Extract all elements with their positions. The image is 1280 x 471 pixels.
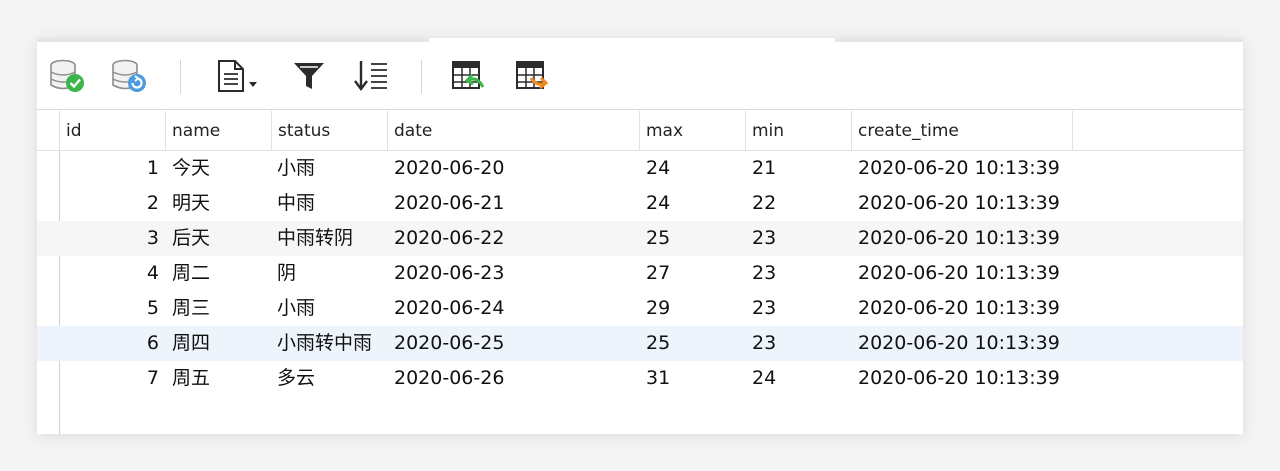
table-row[interactable]: 3 后天 中雨转阴 2020-06-22 25 23 2020-06-20 10:13:39 <box>37 221 1243 256</box>
table-row[interactable]: 7 周五 多云 2020-06-26 31 24 2020-06-20 10:13:39 <box>37 361 1243 396</box>
cell-date[interactable]: 2020-06-26 <box>394 361 634 396</box>
cell-max[interactable]: 25 <box>646 326 746 361</box>
cell-status[interactable]: 小雨 <box>277 291 392 326</box>
cell-status[interactable]: 小雨转中雨 <box>277 326 392 361</box>
cell-date[interactable]: 2020-06-20 <box>394 151 634 186</box>
export-button[interactable] <box>509 56 553 96</box>
import-button[interactable] <box>445 56 489 96</box>
cell-status[interactable]: 中雨转阴 <box>277 221 392 256</box>
column-header-min[interactable]: min <box>745 111 851 151</box>
cell-name[interactable]: 明天 <box>172 186 272 221</box>
cell-min[interactable]: 21 <box>752 151 852 186</box>
cell-id[interactable]: 6 <box>59 326 159 361</box>
cell-min[interactable]: 23 <box>752 326 852 361</box>
refresh-button[interactable] <box>107 56 151 96</box>
grid-body: 1 今天 小雨 2020-06-20 24 21 2020-06-20 10:13:39 2 明… <box>37 151 1243 396</box>
cell-date[interactable]: 2020-06-24 <box>394 291 634 326</box>
cell-min[interactable]: 23 <box>752 221 852 256</box>
cell-status[interactable]: 多云 <box>277 361 392 396</box>
table-row[interactable]: 1 今天 小雨 2020-06-20 24 21 2020-06-20 10:13:39 <box>37 151 1243 186</box>
cell-min[interactable]: 23 <box>752 256 852 291</box>
cell-status[interactable]: 中雨 <box>277 186 392 221</box>
cell-create-time[interactable]: 2020-06-20 10:13:39 <box>858 361 1098 396</box>
toolbar-separator <box>421 60 422 94</box>
cell-create-time[interactable]: 2020-06-20 10:13:39 <box>858 221 1098 256</box>
cell-max[interactable]: 29 <box>646 291 746 326</box>
cell-name[interactable]: 周二 <box>172 256 272 291</box>
cell-id[interactable]: 5 <box>59 291 159 326</box>
column-header-create-time[interactable]: create_time <box>851 111 1073 151</box>
cell-create-time[interactable]: 2020-06-20 10:13:39 <box>858 256 1098 291</box>
db-commit-icon <box>50 59 84 92</box>
cell-create-time[interactable]: 2020-06-20 10:13:39 <box>858 186 1098 221</box>
cell-name[interactable]: 今天 <box>172 151 272 186</box>
column-header-status[interactable]: status <box>271 111 387 151</box>
document-menu-button[interactable] <box>209 56 265 96</box>
column-header-max[interactable]: max <box>639 111 745 151</box>
cell-date[interactable]: 2020-06-23 <box>394 256 634 291</box>
cell-name[interactable]: 后天 <box>172 221 272 256</box>
table-row[interactable]: 4 周二阴 2020-06-23 27 23 2020-06-20 10:13:39 <box>37 256 1243 291</box>
sort-icon <box>354 61 387 91</box>
cell-max[interactable]: 27 <box>646 256 746 291</box>
filter-button[interactable] <box>287 56 331 96</box>
column-header-id[interactable]: id <box>59 111 165 151</box>
table-row[interactable]: 6 周四 小雨转中雨 2020-06-25 25 23 2020-06-20 10:13:3… <box>37 326 1243 361</box>
cell-max[interactable]: 24 <box>646 186 746 221</box>
cell-date[interactable]: 2020-06-25 <box>394 326 634 361</box>
cell-max[interactable]: 24 <box>646 151 746 186</box>
cell-name[interactable]: 周四 <box>172 326 272 361</box>
grid-header: id name status date max min create_time <box>37 111 1243 151</box>
table-import-icon <box>452 61 485 89</box>
filter-icon <box>294 63 324 89</box>
cell-id[interactable]: 1 <box>59 151 159 186</box>
cell-id[interactable]: 2 <box>59 186 159 221</box>
cell-date[interactable]: 2020-06-22 <box>394 221 634 256</box>
cell-date[interactable]: 2020-06-21 <box>394 186 634 221</box>
cell-create-time[interactable]: 2020-06-20 10:13:39 <box>858 326 1098 361</box>
commit-button[interactable] <box>45 56 89 96</box>
cell-status[interactable]: 阴 <box>277 256 392 291</box>
cell-id[interactable]: 3 <box>59 221 159 256</box>
table-export-icon <box>516 61 549 90</box>
cell-min[interactable]: 22 <box>752 186 852 221</box>
cell-name[interactable]: 周五 <box>172 361 272 396</box>
cell-status[interactable]: 小雨 <box>277 151 392 186</box>
column-header-date[interactable]: date <box>387 111 639 151</box>
cell-id[interactable]: 4 <box>59 256 159 291</box>
table-row[interactable]: 5 周三 小雨 2020-06-24 29 23 2020-06-20 10:13:39 <box>37 291 1243 326</box>
cell-max[interactable]: 25 <box>646 221 746 256</box>
cell-create-time[interactable]: 2020-06-20 10:13:39 <box>858 291 1098 326</box>
cell-id[interactable]: 7 <box>59 361 159 396</box>
db-refresh-icon <box>112 59 146 92</box>
result-window: id name status date max min create_time … <box>37 38 1243 434</box>
cell-create-time[interactable]: 2020-06-20 10:13:39 <box>858 151 1098 186</box>
cell-max[interactable]: 31 <box>646 361 746 396</box>
cell-min[interactable]: 23 <box>752 291 852 326</box>
result-grid: id name status date max min create_time … <box>37 111 1243 396</box>
toolbar <box>37 42 1243 110</box>
cell-min[interactable]: 24 <box>752 361 852 396</box>
table-row[interactable]: 2 明天 中雨 2020-06-21 24 22 2020-06-20 10:13:39 <box>37 186 1243 221</box>
cell-name[interactable]: 周三 <box>172 291 272 326</box>
toolbar-separator <box>180 60 181 94</box>
document-icon <box>218 60 257 92</box>
column-header-name[interactable]: name <box>165 111 271 151</box>
sort-button[interactable] <box>349 56 393 96</box>
